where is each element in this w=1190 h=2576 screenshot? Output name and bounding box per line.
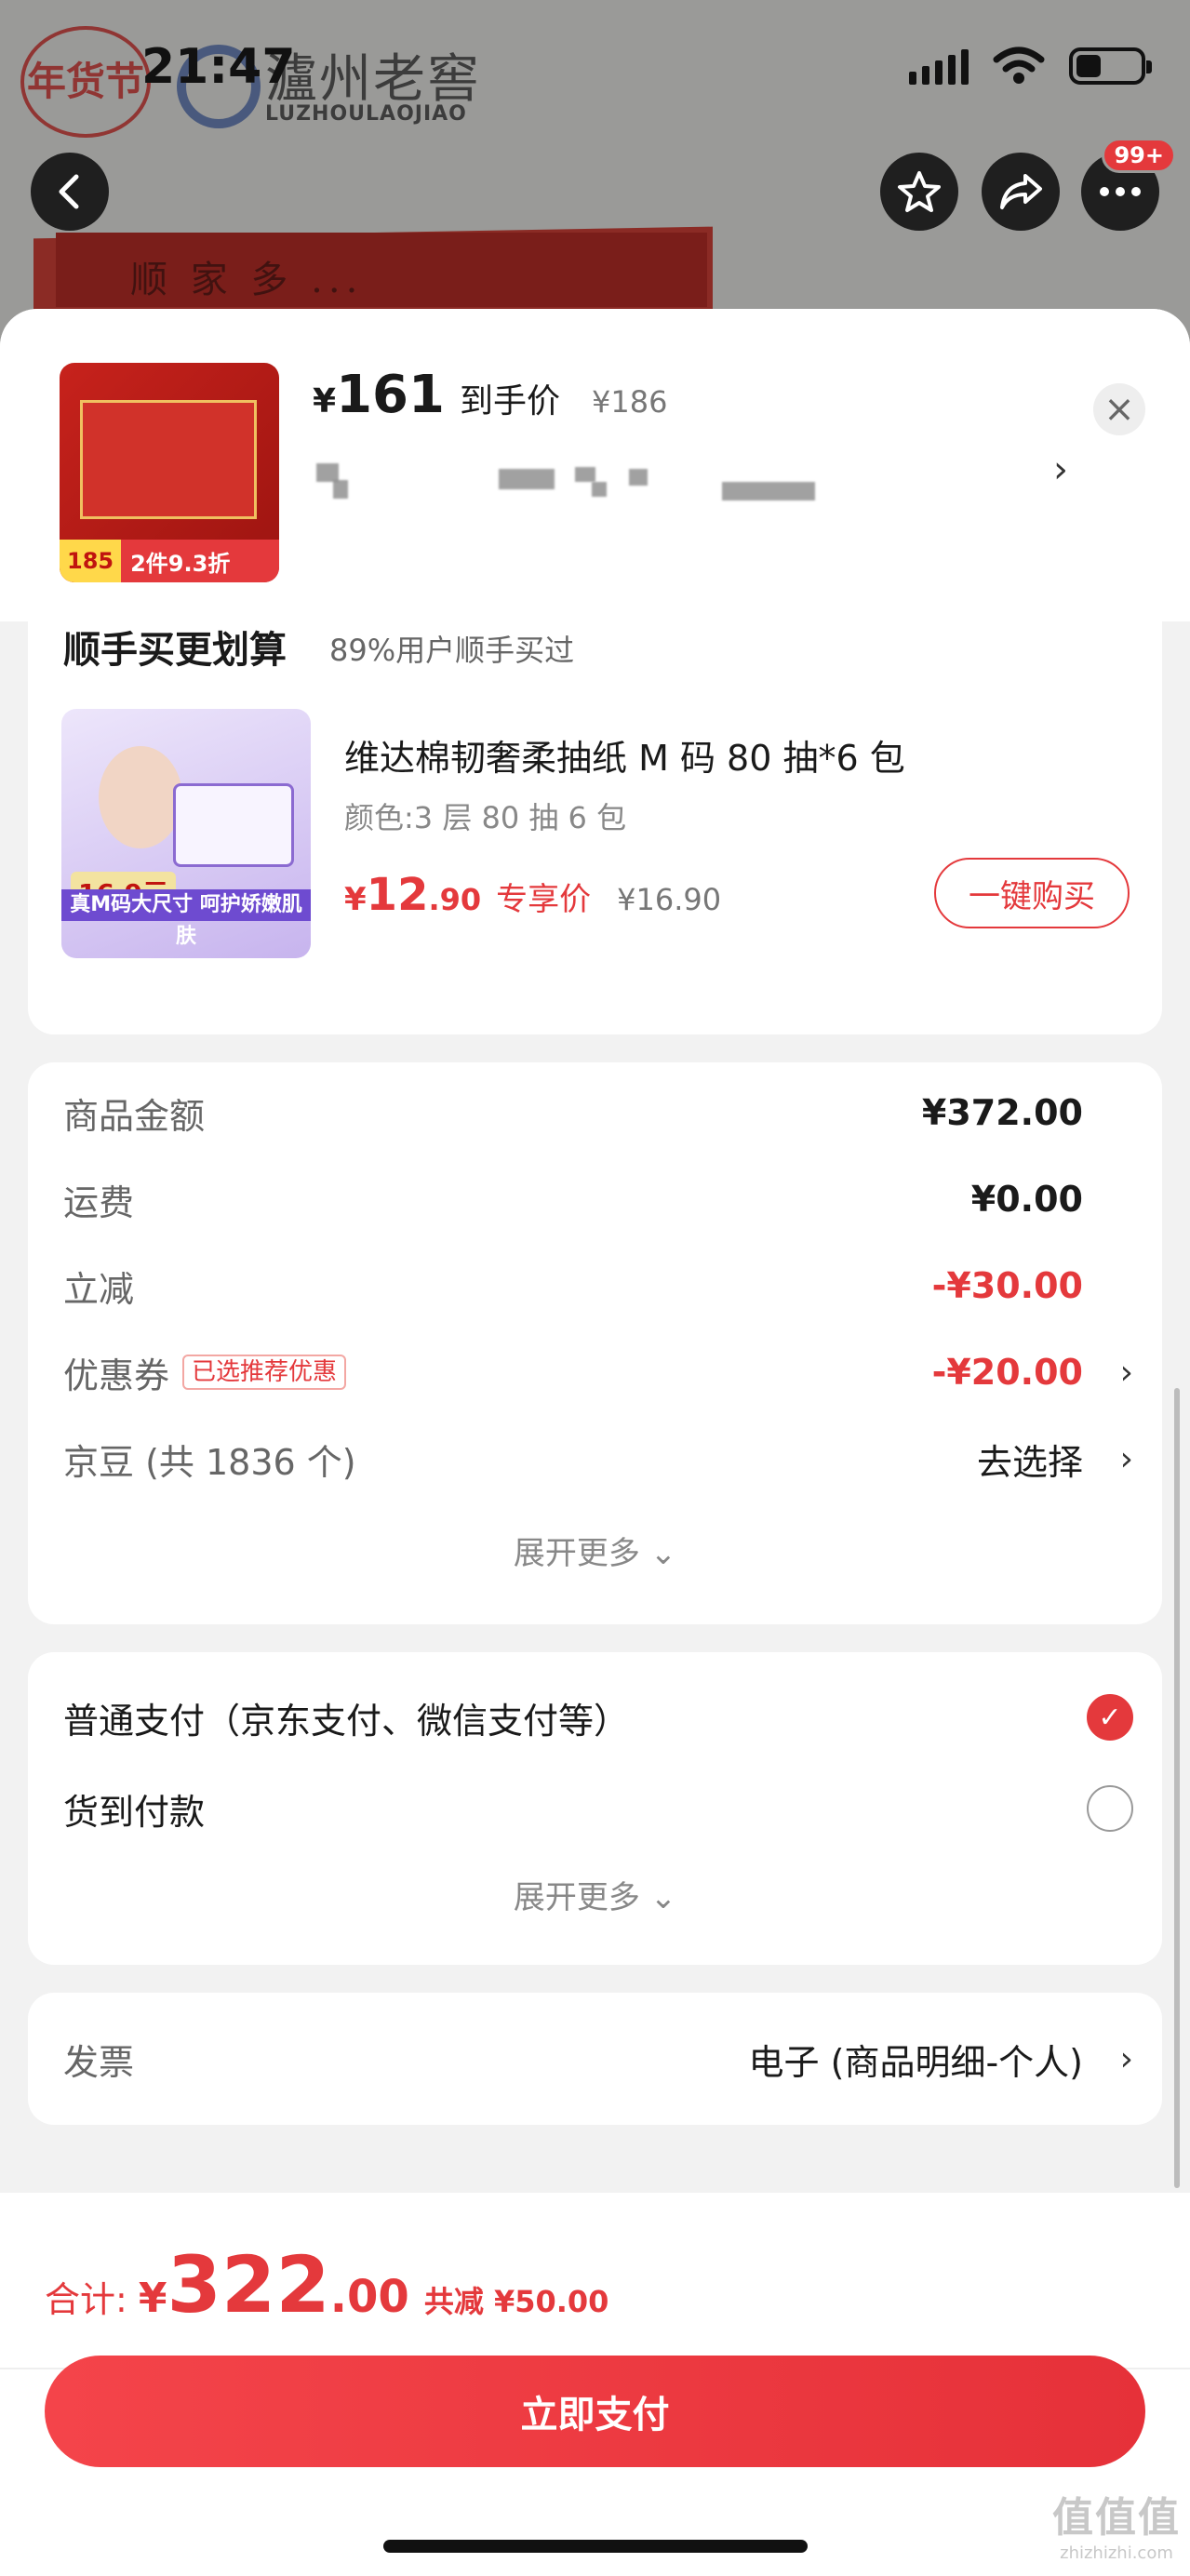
jingdou-label: 京豆 (共 1836 个) <box>63 1441 356 1483</box>
pay-now-button[interactable]: 立即支付 <box>45 2356 1145 2467</box>
close-button[interactable]: × <box>1093 383 1145 435</box>
order-summary-header: 185 2件9.3折 ¥ 161 到手价 ¥186 › × <box>0 309 1190 621</box>
upsell-product-name[interactable]: 维达棉韧奢柔抽纸 M 码 80 抽*6 包 <box>344 729 905 781</box>
radio-unchecked[interactable] <box>1087 1785 1133 1832</box>
coupon-value: -¥20.00 <box>931 1352 1083 1393</box>
brand-name-en: LUZHOULAOJIAO <box>265 102 467 126</box>
pixelated-address[interactable] <box>313 458 834 504</box>
total-currency: ¥ <box>138 2275 167 2322</box>
message-count-badge: 99+ <box>1102 138 1176 173</box>
brand-name-cn: 瀘州老窖 <box>265 49 481 110</box>
thumbnail-box-art <box>80 400 257 519</box>
star-icon <box>898 171 941 212</box>
payment-option-label: 普通支付（京东支付、微信支付等） <box>63 1700 630 1742</box>
jingdou-row[interactable]: 京豆 (共 1836 个) 去选择 › <box>63 1431 1133 1487</box>
festival-seal-logo: 年货节 <box>20 26 151 138</box>
close-icon: × <box>1103 388 1135 431</box>
order-total: 合计: ¥ 322 .00 共减 ¥50.00 <box>45 2239 608 2330</box>
shipping-label: 运费 <box>63 1181 135 1223</box>
coupon-row[interactable]: 优惠券 已选推荐优惠 -¥20.00 › <box>63 1344 1133 1400</box>
expand-more-payment[interactable]: 展开更多 ⌄ <box>28 1872 1162 1917</box>
chevron-right-icon: › <box>1119 1353 1133 1392</box>
status-icons <box>909 47 1152 86</box>
upsell-price-label: 专享价 <box>496 881 592 918</box>
favorite-button[interactable] <box>880 153 958 231</box>
total-saved: 共减 ¥50.00 <box>423 2284 609 2319</box>
checkout-sheet: 185 2件9.3折 ¥ 161 到手价 ¥186 › × 顺手买更划算 89%… <box>0 309 1190 2576</box>
scrollbar[interactable] <box>1174 1388 1180 2188</box>
upsell-image-strip: 真M码大尺寸 呵护娇嫩肌肤 <box>61 889 311 948</box>
payment-option-standard[interactable]: 普通支付（京东支付、微信支付等） ✓ <box>63 1689 1133 1745</box>
share-icon <box>1000 174 1042 209</box>
amount-details-card: 商品金额 ¥372.00 运费 ¥0.00 立减 -¥30.00 优惠券 已选推… <box>28 1062 1162 1624</box>
invoice-card[interactable]: 发票 电子 (商品明细-个人) › <box>28 1993 1162 2125</box>
subtotal-label: 商品金额 <box>63 1095 206 1137</box>
one-click-buy-button[interactable]: 一键购买 <box>934 858 1130 928</box>
upsell-price-int: 12 <box>366 869 429 921</box>
product-box-text: 顺 家 多 ... <box>130 259 364 301</box>
upsell-product-spec: 颜色:3 层 80 抽 6 包 <box>344 800 627 835</box>
share-button[interactable] <box>982 153 1060 231</box>
payment-option-label: 货到付款 <box>63 1791 206 1833</box>
shipping-row: 运费 ¥0.00 <box>63 1171 1133 1227</box>
upsell-product-image[interactable]: 16.9元 真M码大尺寸 呵护娇嫩肌肤 <box>61 709 311 958</box>
subtotal-row: 商品金额 ¥372.00 <box>63 1085 1133 1141</box>
thumbnail-promo-strip: 185 2件9.3折 <box>60 540 279 582</box>
upsell-card: 顺手买更划算 89%用户顺手买过 16.9元 真M码大尺寸 呵护娇嫩肌肤 维达棉… <box>28 588 1162 1034</box>
wifi-icon <box>993 47 1045 84</box>
total-int: 322 <box>167 2239 330 2330</box>
coupon-recommended-tag: 已选推荐优惠 <box>182 1355 347 1390</box>
instant-discount-label: 立减 <box>63 1268 135 1310</box>
battery-icon <box>1069 47 1152 85</box>
product-thumbnail[interactable]: 185 2件9.3折 <box>60 363 279 582</box>
back-icon <box>59 174 79 209</box>
chevron-right-icon: › <box>1119 2039 1133 2078</box>
expand-more-amounts[interactable]: 展开更多 ⌄ <box>28 1528 1162 1573</box>
invoice-value: 电子 (商品明细-个人) <box>748 2041 1083 2083</box>
thumbnail-price: 185 <box>60 540 122 582</box>
final-price-value: 161 <box>336 365 445 425</box>
payment-method-card: 普通支付（京东支付、微信支付等） ✓ 货到付款 展开更多 ⌄ <box>28 1652 1162 1965</box>
home-indicator[interactable] <box>383 2540 808 2553</box>
upsell-original-price: ¥16.90 <box>617 882 722 917</box>
more-icon <box>1100 187 1141 196</box>
watermark-url: zhizhizhi.com <box>1060 2543 1173 2563</box>
back-button[interactable] <box>31 153 109 231</box>
invoice-label: 发票 <box>63 2041 135 2083</box>
chevron-right-icon: › <box>1119 1439 1133 1478</box>
upsell-subtitle: 89%用户顺手买过 <box>329 633 575 668</box>
instant-discount-value: -¥30.00 <box>931 1265 1083 1306</box>
check-icon[interactable]: ✓ <box>1087 1694 1133 1741</box>
signal-icon <box>909 47 969 85</box>
upsell-title: 顺手买更划算 <box>63 629 287 672</box>
chevron-right-icon[interactable]: › <box>1053 448 1068 491</box>
payment-option-cod[interactable]: 货到付款 <box>63 1781 1133 1836</box>
shipping-value: ¥0.00 <box>970 1179 1083 1220</box>
final-price: ¥ 161 到手价 ¥186 <box>313 365 667 425</box>
original-price: ¥186 <box>591 384 668 420</box>
final-price-label: 到手价 <box>459 382 560 420</box>
watermark: 值值值 zhizhizhi.com <box>1052 2484 1181 2563</box>
coupon-label: 优惠券 <box>63 1355 170 1396</box>
total-label: 合计: <box>45 2279 127 2320</box>
subtotal-value: ¥372.00 <box>921 1092 1083 1133</box>
upsell-currency: ¥ <box>344 881 367 918</box>
invoice-row[interactable]: 发票 电子 (商品明细-个人) › <box>63 2031 1133 2087</box>
watermark-logo: 值值值 <box>1052 2494 1181 2542</box>
more-button[interactable]: 99+ <box>1081 138 1176 231</box>
thumbnail-deal: 2件9.3折 <box>130 550 231 577</box>
instant-discount-row: 立减 -¥30.00 <box>63 1258 1133 1314</box>
upsell-price: ¥ 12 .90 专享价 ¥16.90 <box>344 869 721 921</box>
upsell-price-dec: .90 <box>428 882 482 917</box>
jingdou-value: 去选择 <box>976 1441 1083 1483</box>
total-dec: .00 <box>329 2271 409 2323</box>
currency-symbol: ¥ <box>313 382 337 420</box>
status-time: 21:47 <box>141 39 296 95</box>
